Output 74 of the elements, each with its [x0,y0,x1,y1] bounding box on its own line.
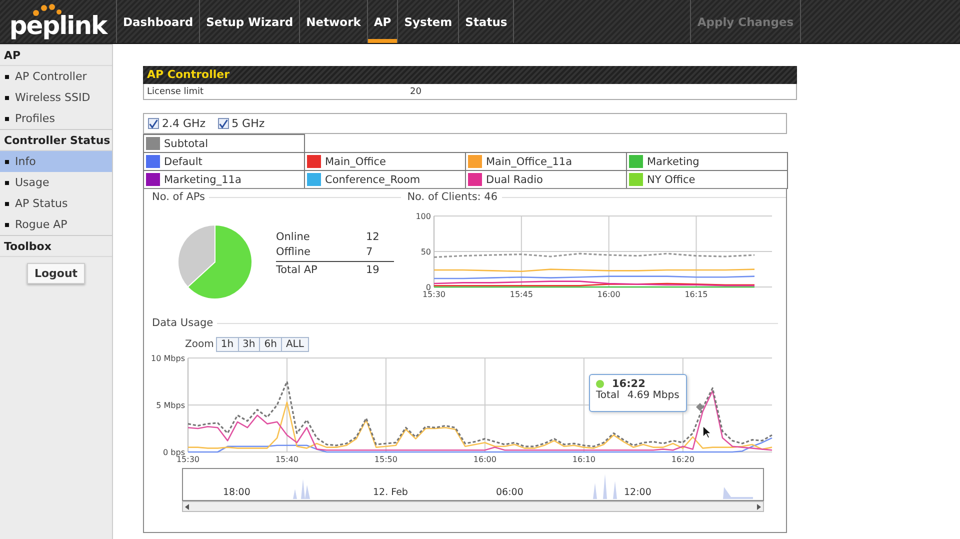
sidebar-item[interactable]: Info [0,151,112,172]
nav-tab[interactable]: Status [458,0,514,43]
sidebar-item[interactable]: AP Status [0,193,112,214]
axis-label: 0 bps [163,448,185,457]
axis-label: 15:30 [422,290,446,299]
zoom-label: Zoom [185,339,214,350]
axis-label: 5 Mbps [156,401,185,410]
stat-label: Offline [276,246,312,258]
checkbox-label: 5 GHz [232,117,265,130]
axis-label: 16:10 [572,455,596,464]
sidebar-item[interactable]: Profiles [0,108,112,129]
navigator[interactable]: 18:00 12. Feb 06:00 12:00 [182,468,764,501]
license-label: License limit [147,86,205,96]
checkbox[interactable] [218,118,229,129]
nav-tab[interactable]: Network [299,0,367,43]
checkbox[interactable] [148,118,159,129]
zoom-button[interactable]: 3h [238,337,260,352]
axis-label: 50 [421,248,432,256]
legend-item[interactable]: Marketing [626,152,788,171]
tooltip-value: 4.69 Mbps [627,390,680,401]
section-title: No. of APs [152,191,206,203]
sidebar-item[interactable]: AP Controller [0,66,112,87]
axis-label: 15:45 [510,290,534,299]
section-header: AP Controller [143,66,797,84]
axis-label: 18:00 [223,487,250,498]
axis-label: 16:00 [473,455,496,464]
stat-label: Online [276,230,311,242]
logo: peplink [9,11,107,40]
axis-label: 16:20 [671,455,694,464]
sidebar-heading: Toolbox [0,235,112,257]
zoom-button[interactable]: ALL [280,337,309,352]
dot-icon [596,380,604,388]
checkbox-label: 2.4 GHz [162,117,206,130]
nav-tab[interactable]: Dashboard [116,0,200,43]
stat-label: Total AP [276,260,366,276]
stat-value: 12 [366,230,380,242]
nav-tab[interactable]: AP [366,0,398,43]
logout-button[interactable]: Logout [27,263,85,284]
section-title: No. of Clients: 46 [407,191,498,203]
axis-label: 15:30 [176,455,200,464]
section-title: Data Usage [152,317,214,329]
axis-label: 15:40 [275,455,299,464]
axis-label: 16:00 [598,290,621,299]
axis-label: 0 [426,283,432,292]
axis-label: 100 [416,212,432,221]
stat-value: 7 [366,246,374,258]
axis-label: 12:00 [624,487,652,498]
axis-label: 12. Feb [373,487,408,498]
sidebar-item[interactable]: Rogue AP [0,214,112,235]
sidebar-item[interactable]: Usage [0,172,112,193]
zoom-button[interactable]: 1h [216,337,239,352]
legend-item[interactable]: Main_Office [304,152,466,171]
tooltip-time: 16:22 [612,378,646,390]
tooltip-label: Total [596,390,620,401]
axis-label: 16:15 [684,290,708,299]
zoom-button[interactable]: 6h [259,337,282,352]
axis-label: 06:00 [496,487,524,498]
legend-item[interactable]: NY Office [626,170,788,189]
cursor-icon [702,425,712,439]
stat-value: 19 [366,260,394,276]
dots-icon [32,3,62,17]
legend-item[interactable]: Subtotal [143,134,305,153]
nav-tab[interactable]: System [397,0,458,43]
license-value: 20 [410,86,422,96]
sidebar-item[interactable]: Wireless SSID [0,87,112,108]
axis-label: 10 Mbps [151,354,185,363]
sidebar-heading: AP [0,44,112,66]
scrollbar[interactable] [182,501,764,512]
nav-tab[interactable]: Setup Wizard [199,0,300,43]
axis-label: 15:50 [374,455,398,464]
point-marker [696,403,704,411]
right-arrow-icon [755,502,763,510]
legend-item[interactable]: Main_Office_11a [465,152,627,171]
left-arrow-icon [183,502,191,510]
